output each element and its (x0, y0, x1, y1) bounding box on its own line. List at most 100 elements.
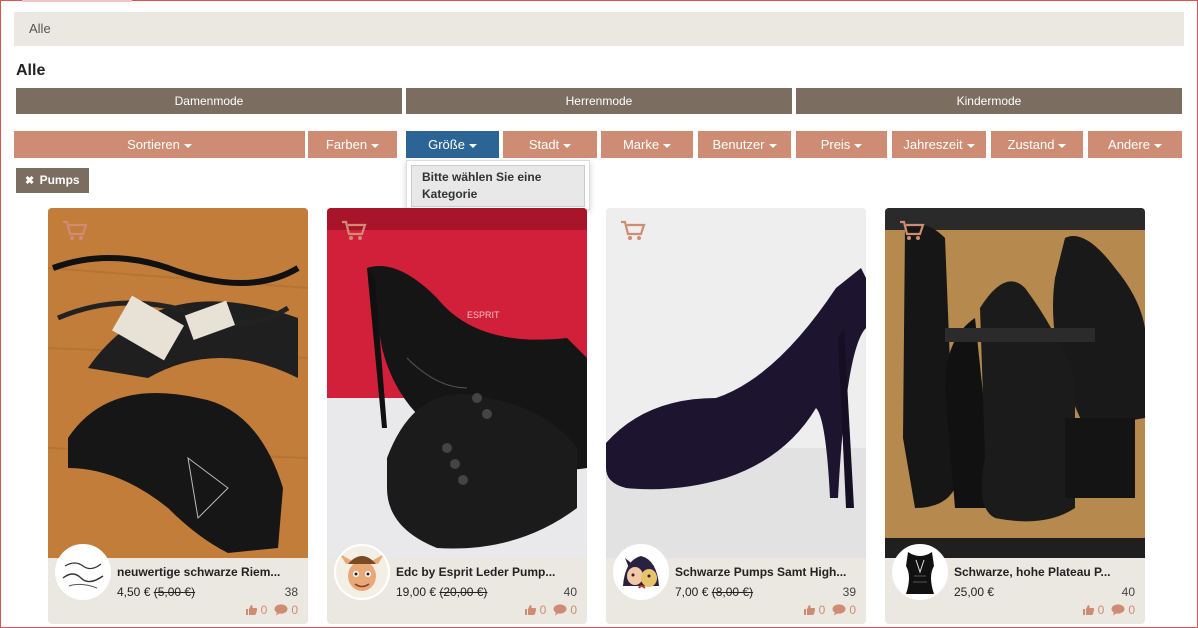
product-title[interactable]: neuwertige schwarze Riem... (117, 565, 301, 579)
filter-label: Preis (820, 137, 851, 152)
product-card[interactable]: Schwarze, hohe Plateau P... 25,00 € 40 0… (885, 208, 1145, 624)
box-brand-print: ESPRIT (467, 310, 500, 320)
filter-jahreszeit-button[interactable]: Jahreszeit (892, 131, 986, 158)
comment-count: 0 (570, 603, 577, 617)
caret-down-icon (1058, 143, 1067, 148)
caret-down-icon (183, 143, 192, 148)
avatar[interactable] (334, 544, 390, 600)
filter-marke-button[interactable]: Marke (601, 131, 693, 158)
comment-icon[interactable] (832, 604, 846, 616)
current-price: 25,00 € (954, 585, 995, 599)
breadcrumb[interactable]: Alle (14, 12, 1184, 46)
seller-avatar-image (57, 546, 109, 598)
product-photo[interactable]: ESPRIT (327, 208, 587, 558)
size-dropdown-message[interactable]: Bitte wählen Sie eine Kategorie (411, 165, 585, 207)
comment-count: 0 (291, 603, 298, 617)
product-card[interactable]: Schwarze Pumps Samt High... 7,00 € (8,00… (606, 208, 866, 624)
current-price: 19,00 € (396, 585, 437, 599)
old-price: (8,00 €) (711, 585, 754, 599)
old-price: (5,00 €) (153, 585, 196, 599)
thumbs-up-icon[interactable] (803, 604, 816, 616)
filter-benutzer-button[interactable]: Benutzer (698, 131, 791, 158)
thumbs-up-icon[interactable] (1082, 604, 1095, 616)
product-stats: 0 0 (803, 603, 856, 617)
filter-preis-button[interactable]: Preis (796, 131, 887, 158)
product-price: 19,00 € (20,00 €) (396, 585, 487, 599)
product-title[interactable]: Schwarze, hohe Plateau P... (954, 565, 1138, 579)
filter-groesse-button[interactable]: Größe (406, 131, 499, 158)
top-accent-line (22, 0, 132, 2)
comment-icon[interactable] (274, 604, 288, 616)
filter-andere-button[interactable]: Andere (1088, 131, 1182, 158)
caret-down-icon (966, 143, 975, 148)
cart-icon[interactable] (620, 220, 646, 242)
caret-down-icon (768, 143, 777, 148)
product-size: 40 (563, 585, 577, 599)
filter-sortieren-button[interactable]: Sortieren (14, 131, 305, 158)
seller-avatar-image (615, 546, 667, 598)
filter-label: Farben (325, 137, 368, 152)
tab-herrenmode[interactable]: Herrenmode (406, 88, 792, 114)
product-price: 7,00 € (8,00 €) (675, 585, 753, 599)
product-photo[interactable] (48, 208, 308, 558)
product-title[interactable]: Schwarze Pumps Samt High... (675, 565, 859, 579)
like-count: 0 (818, 603, 826, 617)
filter-label: Zustand (1007, 137, 1055, 152)
like-count: 0 (539, 603, 547, 617)
cart-icon[interactable] (341, 220, 367, 242)
comment-count: 0 (849, 603, 856, 617)
avatar[interactable] (892, 544, 948, 600)
filter-label: Stadt (528, 137, 560, 152)
filter-label: Andere (1108, 137, 1150, 152)
like-count: 0 (1097, 603, 1105, 617)
product-stats: 0 0 (524, 603, 577, 617)
avatar[interactable] (613, 544, 669, 600)
product-size: 39 (842, 585, 856, 599)
filter-label: Benutzer (712, 137, 765, 152)
product-size: 38 (284, 585, 298, 599)
product-price: 25,00 € (954, 585, 994, 599)
product-size: 40 (1121, 585, 1135, 599)
active-filter-label: Pumps (39, 173, 80, 187)
comment-icon[interactable] (553, 604, 567, 616)
caret-down-icon (663, 143, 672, 148)
filter-label: Sortieren (127, 137, 180, 152)
product-title[interactable]: Edc by Esprit Leder Pump... (396, 565, 580, 579)
gender-tabs: Damenmode Herrenmode Kindermode (16, 88, 1182, 114)
comment-icon[interactable] (1111, 604, 1125, 616)
filter-label: Größe (428, 137, 465, 152)
seller-avatar-image (894, 546, 946, 598)
close-icon[interactable]: ✖ (25, 175, 34, 187)
caret-down-icon (371, 143, 380, 148)
product-card[interactable]: neuwertige schwarze Riem... 4,50 € (5,00… (48, 208, 308, 624)
active-filter-tag[interactable]: ✖ Pumps (16, 168, 89, 193)
tab-kindermode[interactable]: Kindermode (796, 88, 1182, 114)
old-price: (20,00 €) (439, 585, 488, 599)
thumbs-up-icon[interactable] (524, 604, 537, 616)
product-card[interactable]: ESPRIT Edc by Esprit Leder Pump... 19,00… (327, 208, 587, 624)
cart-icon[interactable] (62, 220, 88, 242)
current-price: 4,50 € (117, 585, 151, 599)
thumbs-up-icon[interactable] (245, 604, 258, 616)
avatar[interactable] (55, 544, 111, 600)
cart-icon[interactable] (899, 220, 925, 242)
filter-zustand-button[interactable]: Zustand (991, 131, 1083, 158)
caret-down-icon (854, 143, 863, 148)
caret-down-icon (1153, 143, 1162, 148)
filter-farben-button[interactable]: Farben (308, 131, 397, 158)
product-stats: 0 0 (1082, 603, 1135, 617)
product-price: 4,50 € (5,00 €) (117, 585, 195, 599)
current-price: 7,00 € (675, 585, 709, 599)
breadcrumb-item[interactable]: Alle (29, 21, 51, 36)
like-count: 0 (260, 603, 268, 617)
page-title: Alle (16, 62, 46, 79)
seller-avatar-image (336, 546, 388, 598)
tab-damenmode[interactable]: Damenmode (16, 88, 402, 114)
product-photo[interactable] (606, 208, 866, 558)
filter-stadt-button[interactable]: Stadt (503, 131, 597, 158)
product-photo[interactable] (885, 208, 1145, 558)
filter-label: Jahreszeit (903, 137, 963, 152)
filter-label: Marke (622, 137, 660, 152)
caret-down-icon (563, 143, 572, 148)
size-dropdown-menu: Bitte wählen Sie eine Kategorie (406, 160, 590, 210)
